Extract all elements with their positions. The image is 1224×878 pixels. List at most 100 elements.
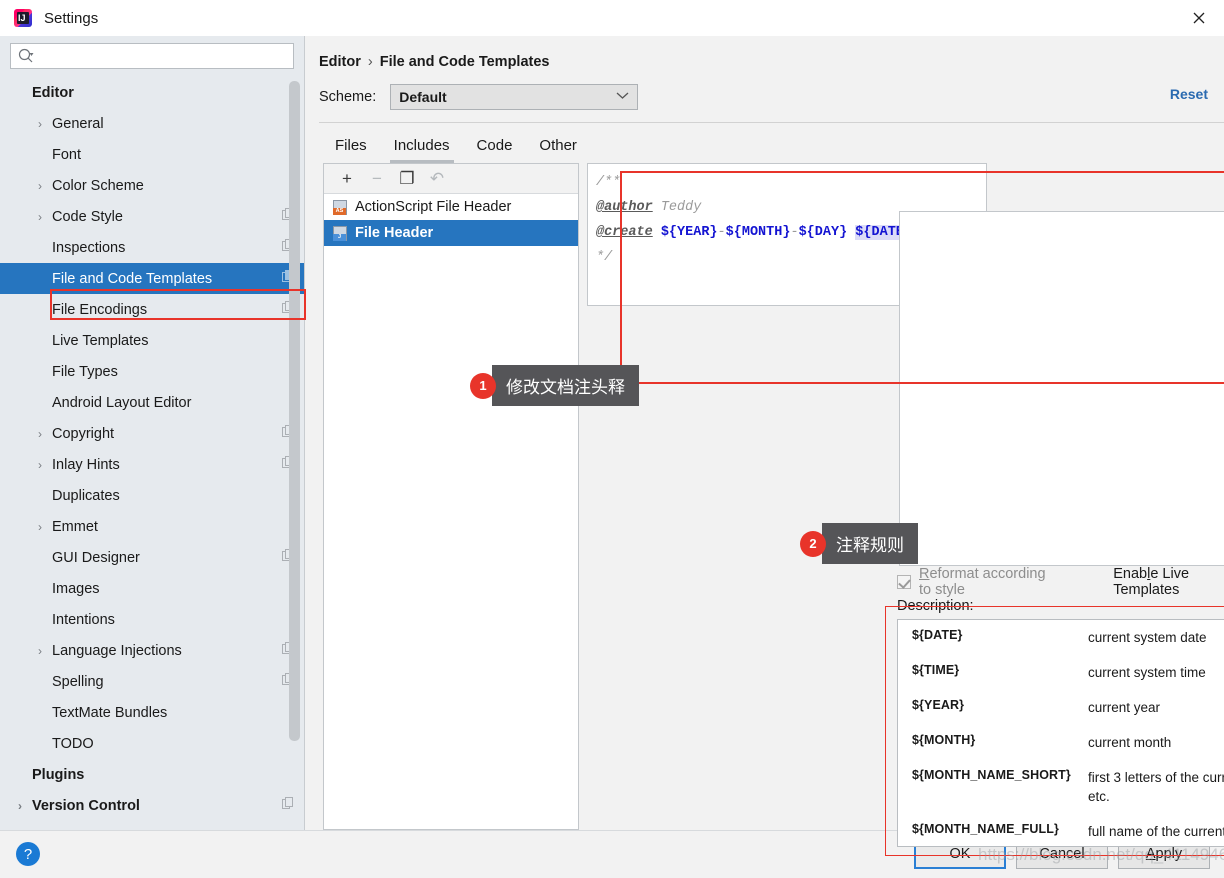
callout-1: 1 修改文档注头释 — [470, 365, 639, 406]
sidebar-item-color-scheme[interactable]: › Color Scheme — [0, 170, 304, 201]
sidebar-item-label: Duplicates — [52, 487, 120, 504]
sidebar-item-copyright[interactable]: › Copyright — [0, 418, 304, 449]
sidebar-item-android-layout-editor[interactable]: Android Layout Editor — [0, 387, 304, 418]
sidebar-item-textmate-bundles[interactable]: TextMate Bundles — [0, 697, 304, 728]
description-row: ${MONTH} current month — [898, 725, 1224, 760]
breadcrumb: Editor › File and Code Templates — [319, 54, 1224, 70]
chevron-down-icon — [616, 91, 629, 103]
sidebar-item-todo[interactable]: TODO — [0, 728, 304, 759]
settings-tree[interactable]: Editor › General Font › Color Scheme › Code Sty… — [0, 73, 304, 830]
live-templates-checkbox-label: Enable Live Templates — [1113, 566, 1190, 598]
callout-2-text: 注释规则 — [822, 523, 918, 564]
sidebar-item-label: TextMate Bundles — [52, 704, 168, 721]
sidebar-item-file-and-code-templates[interactable]: File and Code Templates — [0, 263, 304, 294]
add-button[interactable]: + — [334, 167, 360, 191]
settings-dialog: IJ Settings Editor › General Font › Colo… — [0, 0, 1224, 878]
chevron-right-icon[interactable]: › — [12, 800, 28, 812]
template-list[interactable]: AS ActionScript File Header J File Header — [324, 194, 578, 829]
remove-button: − — [372, 168, 382, 188]
description-variable: ${MONTH_NAME_SHORT} — [912, 768, 1071, 782]
description-rows: ${DATE} current system date ${TIME} current… — [898, 620, 1224, 846]
settings-sidebar: Editor › General Font › Color Scheme › Code Sty… — [0, 36, 306, 830]
sidebar-item-live-templates[interactable]: Live Templates — [0, 325, 304, 356]
chevron-right-icon[interactable]: › — [32, 459, 48, 471]
sidebar-item-inspections[interactable]: Inspections — [0, 232, 304, 263]
description-variable: ${MONTH_NAME_FULL} — [912, 822, 1059, 836]
sidebar-item-label: Font — [52, 146, 82, 163]
sidebar-scrollbar-thumb[interactable] — [289, 81, 300, 741]
code-token: @author — [596, 200, 653, 215]
sidebar-item-images[interactable]: Images — [0, 573, 304, 604]
sidebar-item-file-types[interactable]: File Types — [0, 356, 304, 387]
code-line: /** — [596, 170, 978, 195]
sidebar-item-language-injections[interactable]: › Language Injections — [0, 635, 304, 666]
template-list-item[interactable]: AS ActionScript File Header — [324, 194, 578, 220]
code-token: /** — [596, 175, 621, 190]
reformat-checkbox[interactable] — [897, 575, 911, 589]
search-icon — [17, 47, 35, 65]
sidebar-item-font[interactable]: Font — [0, 139, 304, 170]
sidebar-item-label: Intentions — [52, 611, 115, 628]
divider — [319, 122, 1224, 123]
description-row: ${DATE} current system date — [898, 620, 1224, 655]
description-text: full name of the current month. Example:… — [1088, 824, 1224, 846]
help-icon[interactable]: ? — [16, 842, 40, 866]
sidebar-scrollbar[interactable] — [289, 81, 300, 808]
callout-1-badge: 1 — [470, 372, 496, 399]
copy-button[interactable]: ❐ — [394, 167, 420, 191]
sidebar-item-label: General — [52, 115, 104, 132]
code-token: - — [717, 225, 726, 240]
breadcrumb-separator-icon: › — [367, 54, 373, 70]
sidebar-item-emmet[interactable]: › Emmet — [0, 511, 304, 542]
dialog-body: Editor › General Font › Color Scheme › Code Sty… — [0, 36, 1224, 856]
template-list-item[interactable]: J File Header — [324, 220, 578, 246]
description-row: ${MONTH_NAME_FULL} full name of the curre… — [898, 814, 1224, 846]
close-icon[interactable] — [1174, 0, 1224, 36]
search-box[interactable] — [10, 43, 294, 69]
description-panel[interactable]: ${DATE} current system date ${TIME} current… — [897, 619, 1224, 847]
description-text: current year — [1088, 700, 1161, 715]
sidebar-item-code-style[interactable]: › Code Style — [0, 201, 304, 232]
breadcrumb-parent[interactable]: Editor — [319, 54, 361, 70]
sidebar-item-general[interactable]: › General — [0, 108, 304, 139]
file-template-icon: J — [333, 225, 347, 241]
scheme-select[interactable]: Default — [390, 84, 639, 110]
sidebar-item-editor[interactable]: Editor — [0, 77, 304, 108]
chevron-right-icon[interactable]: › — [32, 428, 48, 440]
template-list-toolbar[interactable]: + − ❐ ↶ — [324, 164, 578, 194]
template-tabs[interactable]: Files Includes Code Other — [323, 133, 1224, 163]
sidebar-item-duplicates[interactable]: Duplicates — [0, 480, 304, 511]
sidebar-item-label: Code Style — [52, 208, 123, 225]
sidebar-item-label: File Types — [52, 363, 118, 380]
callout-1-text: 修改文档注头释 — [492, 365, 639, 406]
sidebar-item-inlay-hints[interactable]: › Inlay Hints — [0, 449, 304, 480]
sidebar-item-intentions[interactable]: Intentions — [0, 604, 304, 635]
tab-other[interactable]: Other — [527, 133, 589, 163]
file-template-icon: AS — [333, 199, 347, 215]
sidebar-item-plugins[interactable]: Plugins — [0, 759, 304, 790]
chevron-right-icon[interactable]: › — [32, 180, 48, 192]
chevron-right-icon[interactable]: › — [32, 645, 48, 657]
search-input[interactable] — [35, 45, 293, 67]
chevron-right-icon[interactable]: › — [32, 521, 48, 533]
description-text: current system date — [1088, 630, 1207, 645]
sidebar-item-label: GUI Designer — [52, 549, 140, 566]
sidebar-item-gui-designer[interactable]: GUI Designer — [0, 542, 304, 573]
sidebar-item-label: Plugins — [32, 766, 85, 783]
sidebar-item-file-encodings[interactable]: File Encodings — [0, 294, 304, 325]
description-text: current system time — [1088, 665, 1206, 680]
reformat-checkbox-label: Reformat according to style — [919, 566, 1046, 598]
chevron-right-icon[interactable]: › — [32, 118, 48, 130]
code-token: ${MONTH} — [725, 225, 791, 240]
tab-code[interactable]: Code — [465, 133, 525, 163]
scheme-selected-value: Default — [399, 89, 447, 105]
sidebar-item-spelling[interactable]: Spelling — [0, 666, 304, 697]
sidebar-item-version-control[interactable]: › Version Control — [0, 790, 304, 821]
chevron-right-icon[interactable]: › — [32, 211, 48, 223]
description-text: current month — [1088, 735, 1172, 750]
breadcrumb-current: File and Code Templates — [379, 54, 550, 70]
template-list-panel: + − ❐ ↶ AS ActionScript File Header J File Hea… — [323, 163, 579, 830]
tab-files[interactable]: Files — [323, 133, 379, 163]
tab-includes[interactable]: Includes — [382, 133, 462, 163]
reset-link[interactable]: Reset — [1170, 86, 1208, 102]
